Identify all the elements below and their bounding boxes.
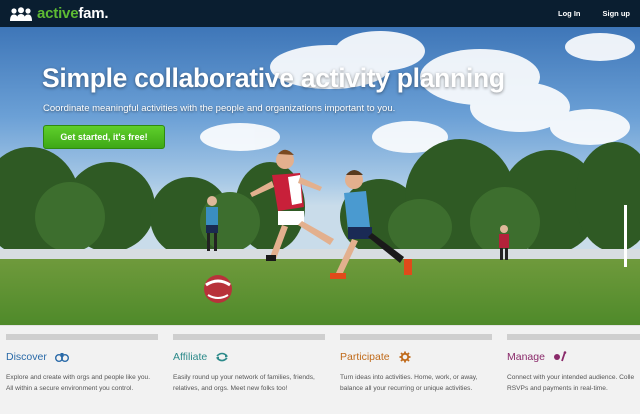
brand-name: activefam. <box>37 5 109 22</box>
feature-description-line: All within a secure environment you cont… <box>6 385 134 392</box>
feature-description-line: Connect with your intended audience. Col… <box>507 374 635 381</box>
login-link[interactable]: Log In <box>558 9 581 18</box>
feature-manage: Manage Connect with your intended audien… <box>507 334 640 394</box>
brand-name-rest: fam. <box>78 5 109 22</box>
feature-divider <box>507 334 640 340</box>
feature-participate: Participate Turn ideas into activities. … <box>340 334 492 394</box>
top-navigation-bar: activefam. Log In Sign up <box>0 0 640 27</box>
link-arrows-icon <box>216 352 229 362</box>
feature-title[interactable]: Discover <box>6 351 47 363</box>
manage-icon <box>553 351 567 362</box>
feature-description-line: balance all your recurring or unique act… <box>340 385 473 392</box>
signup-link[interactable]: Sign up <box>603 9 631 18</box>
feature-description-line: RSVPs and payments in real-time. <box>507 385 608 392</box>
feature-description: Explore and create with orgs and people … <box>6 372 158 394</box>
brand-logo[interactable]: activefam. <box>10 5 109 22</box>
hero-banner: Simple collaborative activity planning C… <box>0 27 640 325</box>
feature-affiliate: Affiliate Easily round up your network o… <box>173 334 325 394</box>
binoculars-icon <box>54 353 69 362</box>
gear-icon <box>399 351 411 363</box>
account-nav: Log In Sign up <box>558 9 630 18</box>
feature-discover: Discover Explore and create with orgs an… <box>6 334 158 394</box>
feature-title[interactable]: Affiliate <box>173 351 207 363</box>
hero-title: Simple collaborative activity planning <box>42 63 505 93</box>
feature-description: Connect with your intended audience. Col… <box>507 372 640 394</box>
feature-divider <box>6 334 158 340</box>
features-section: Discover Explore and create with orgs an… <box>0 325 640 414</box>
feature-description-line: Explore and create with orgs and people … <box>6 374 151 381</box>
feature-divider <box>173 334 325 340</box>
brand-name-accent: active <box>37 5 79 22</box>
hero-subtitle: Coordinate meaningful activities with th… <box>43 103 396 114</box>
feature-title[interactable]: Manage <box>507 351 545 363</box>
feature-description: Turn ideas into activities. Home, work, … <box>340 372 492 394</box>
feature-description-line: Turn ideas into activities. Home, work, … <box>340 374 478 381</box>
family-icon <box>10 6 32 21</box>
feature-description-line: Easily round up your network of families… <box>173 374 315 381</box>
feature-divider <box>340 334 492 340</box>
feature-title[interactable]: Participate <box>340 351 390 363</box>
feature-description-line: relatives, and orgs. Meet new folks too! <box>173 385 288 392</box>
feature-description: Easily round up your network of families… <box>173 372 325 394</box>
get-started-button[interactable]: Get started, it's free! <box>43 125 165 149</box>
